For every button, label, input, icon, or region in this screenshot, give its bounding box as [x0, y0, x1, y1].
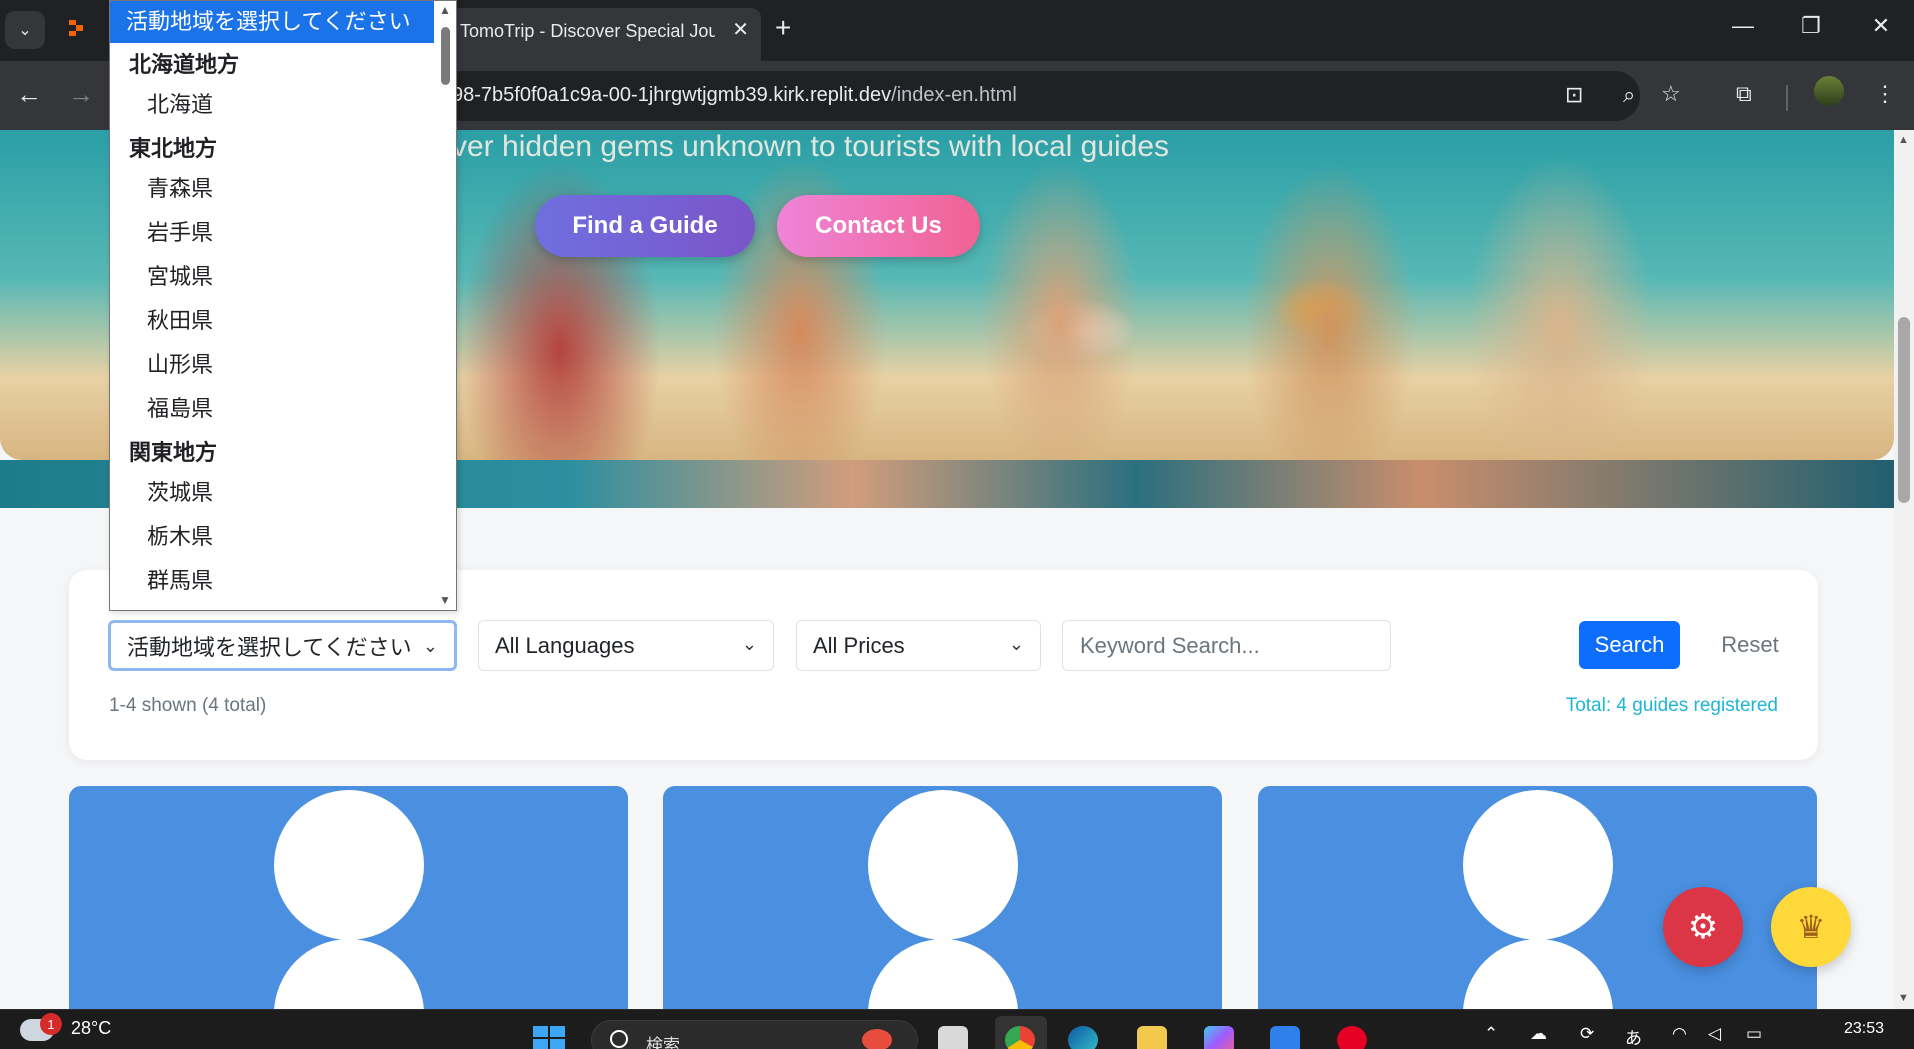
scroll-up-icon[interactable]: ▲	[1898, 134, 1909, 146]
region-dropdown-list: 活動地域を選択してください 北海道地方北海道東北地方青森県 岩手県 宮城県 秋田県 山形…	[109, 0, 457, 611]
search-button[interactable]: Search	[1579, 621, 1680, 669]
toolbar-divider	[1786, 85, 1788, 111]
avatar-placeholder-body	[868, 939, 1018, 1009]
chrome-icon[interactable]	[1005, 1026, 1035, 1049]
back-icon[interactable]: ←	[16, 81, 42, 107]
dropdown-group-label: 北海道地方	[129, 52, 240, 77]
volume-icon[interactable]: ◁	[1708, 1024, 1721, 1044]
gear-icon[interactable]: ⚙	[1663, 887, 1743, 967]
scroll-up-icon[interactable]: ▲	[439, 3, 451, 17]
tray-chevron-icon[interactable]: ⌃	[1484, 1024, 1498, 1044]
taskbar-search[interactable]: 検索	[591, 1020, 918, 1049]
zoom-icon[interactable]: ⌕	[1623, 83, 1635, 107]
wifi-icon[interactable]: ◠	[1672, 1024, 1687, 1044]
weather-temperature[interactable]: 28°C	[71, 1018, 111, 1039]
url-text: 98-7b5f0f0a1c9a-00-1jhrgwtjgmb39.kirk.re…	[452, 84, 1017, 106]
weather-badge: 1	[40, 1013, 62, 1035]
scroll-down-icon[interactable]: ▼	[1898, 992, 1909, 1004]
dropdown-option[interactable]: 山形県	[110, 343, 435, 387]
dropdown-option[interactable]: 北海道	[110, 83, 435, 127]
avatar-placeholder-body	[1463, 939, 1613, 1009]
profile-avatar[interactable]	[1814, 76, 1844, 106]
chevron-down-icon: ⌄	[422, 636, 438, 656]
ime-indicator[interactable]: あ	[1625, 1024, 1642, 1049]
dropdown-option[interactable]: 栃木県	[110, 515, 435, 559]
region-select[interactable]: 活動地域を選択してください ⌄	[108, 620, 457, 671]
search-icon	[610, 1030, 628, 1048]
dropdown-option[interactable]: 福島県	[110, 387, 435, 431]
find-guide-button[interactable]: Find a Guide	[535, 195, 755, 257]
contact-us-button[interactable]: Contact Us	[777, 195, 980, 257]
language-select[interactable]: All Languages ⌄	[478, 620, 774, 671]
scroll-down-icon[interactable]: ▼	[439, 593, 451, 607]
region-select-value: 活動地域を選択してください	[127, 634, 412, 660]
edge-icon[interactable]	[1068, 1026, 1098, 1049]
onedrive-icon[interactable]: ☁	[1530, 1024, 1547, 1044]
forward-icon[interactable]: →	[68, 81, 94, 107]
pinterest-icon[interactable]	[1337, 1026, 1367, 1049]
reset-button[interactable]: Reset	[1700, 621, 1800, 669]
dropdown-option[interactable]: 群馬県	[110, 559, 435, 603]
scroll-thumb[interactable]	[1898, 317, 1910, 503]
dropdown-option[interactable]: 岩手県	[110, 211, 435, 255]
guide-card[interactable]	[69, 786, 628, 1009]
chevron-down-icon: ⌄	[1008, 634, 1024, 654]
dropdown-option[interactable]: 秋田県	[110, 299, 435, 343]
menu-icon[interactable]: ⋮	[1874, 81, 1896, 107]
keyword-search-input[interactable]: Keyword Search...	[1062, 620, 1391, 671]
close-icon[interactable]: ✕	[732, 20, 749, 40]
avatar-placeholder	[274, 790, 424, 940]
task-view-icon[interactable]	[938, 1026, 968, 1049]
tab-title: TomoTrip - Discover Special Journeys	[460, 21, 715, 41]
chevron-down-icon: ⌄	[741, 634, 757, 654]
hero-subtitle: ver hidden gems unknown to tourists with…	[452, 130, 1170, 163]
guide-card[interactable]	[1258, 786, 1817, 1009]
extensions-icon[interactable]: ⧉	[1736, 81, 1752, 107]
dropdown-option-selected[interactable]: 活動地域を選択してください	[110, 1, 435, 43]
battery-icon[interactable]: ▭	[1746, 1024, 1762, 1044]
sync-icon[interactable]: ⟳	[1580, 1024, 1594, 1044]
window-close-icon[interactable]: ✕	[1866, 14, 1896, 38]
avatar-placeholder	[868, 790, 1018, 940]
clock-time[interactable]: 23:53	[1844, 1020, 1884, 1038]
windows-taskbar: 1 28°C 検索 ⌃ ☁ ⟳ あ ◠ ◁ ▭ 23:53	[0, 1009, 1914, 1049]
dropdown-scrollbar[interactable]: ▲ ▼	[434, 1, 456, 610]
tab-search-button[interactable]: ⌄	[5, 11, 45, 49]
dropdown-group-label: 東北地方	[129, 136, 218, 161]
dropdown-option[interactable]: 茨城県	[110, 471, 435, 515]
results-shown-text: 1-4 shown (4 total)	[109, 695, 267, 716]
dropdown-scroll-thumb[interactable]	[441, 27, 450, 85]
dropdown-group-label: 関東地方	[129, 440, 218, 465]
total-guides-text: Total: 4 guides registered	[1565, 695, 1778, 716]
chevron-down-icon: ⌄	[18, 22, 32, 39]
trophy-icon[interactable]: ♛	[1771, 887, 1851, 967]
avatar-placeholder-body	[274, 939, 424, 1009]
avatar-placeholder	[1463, 790, 1613, 940]
price-select[interactable]: All Prices ⌄	[796, 620, 1041, 671]
dropdown-options: 北海道地方北海道東北地方青森県 岩手県 宮城県 秋田県 山形県 福島県関東地方茨城県 栃木県…	[110, 43, 456, 603]
guide-card[interactable]	[663, 786, 1222, 1009]
minimize-icon[interactable]: —	[1728, 14, 1758, 38]
search-highlight-icon	[862, 1029, 892, 1049]
price-select-value: All Prices	[813, 632, 905, 658]
taskbar-search-placeholder: 検索	[646, 1036, 680, 1049]
file-explorer-icon[interactable]	[1137, 1026, 1167, 1049]
plus-icon[interactable]: +	[775, 14, 791, 42]
translate-icon[interactable]: ⊡	[1565, 83, 1583, 107]
restore-icon[interactable]: ❐	[1796, 14, 1826, 38]
windows-icon[interactable]	[533, 1026, 567, 1049]
dropdown-option[interactable]: 青森県	[110, 167, 435, 211]
active-tab[interactable]: TomoTrip - Discover Special Journeys ✕	[445, 8, 761, 61]
page-scrollbar[interactable]: ▲ ▼	[1894, 130, 1914, 1009]
replit-favicon	[69, 20, 83, 36]
copilot-icon[interactable]	[1204, 1026, 1234, 1049]
dropdown-option[interactable]: 宮城県	[110, 255, 435, 299]
language-select-value: All Languages	[495, 632, 635, 658]
star-icon[interactable]: ☆	[1661, 81, 1681, 107]
todo-icon[interactable]	[1270, 1026, 1300, 1049]
